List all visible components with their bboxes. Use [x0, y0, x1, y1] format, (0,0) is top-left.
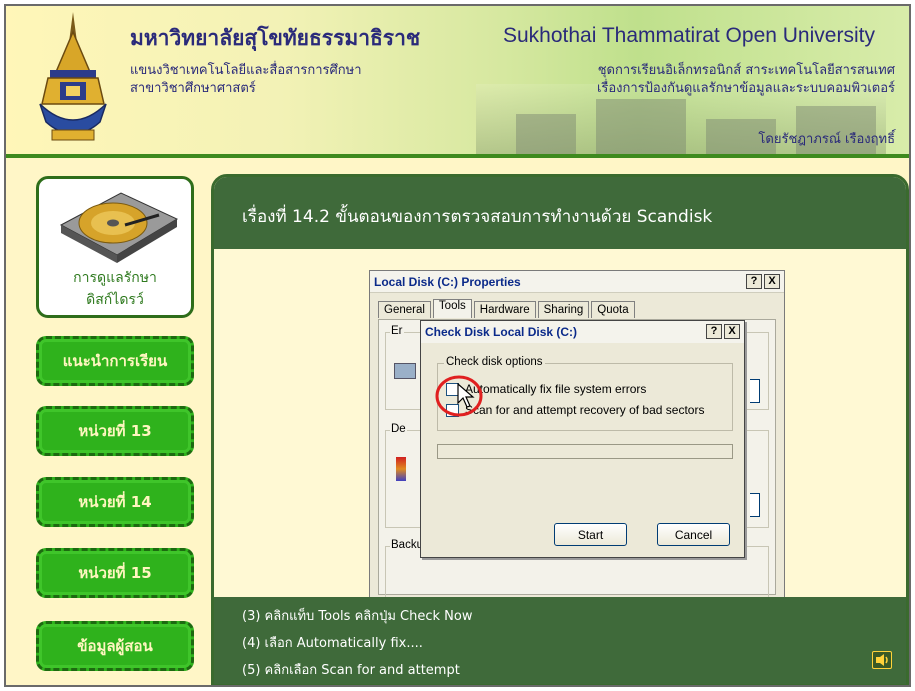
properties-close-button[interactable]: X — [764, 274, 780, 289]
tab-hardware[interactable]: Hardware — [473, 301, 536, 318]
auto-fix-label: Automatically fix file system errors — [465, 382, 647, 396]
nav-intro-button[interactable]: แนะนำการเรียน — [36, 336, 194, 386]
tab-tools[interactable]: Tools — [432, 299, 472, 318]
nav-unit-15-button[interactable]: หน่วยที่ 15 — [36, 548, 194, 598]
series-line-2: เรื่องการป้องกันดูแลรักษาข้อมูลและระบบคอ… — [596, 81, 895, 96]
nav-unit-14-button[interactable]: หน่วยที่ 14 — [36, 477, 194, 527]
speaker-icon[interactable] — [872, 651, 892, 669]
nav-unit-13-button[interactable]: หน่วยที่ 13 — [36, 406, 194, 456]
university-name-en: Sukhothai Thammatirat Open University — [503, 24, 875, 47]
department-line-1: แขนงวิชาเทคโนโลยีและสื่อสารการศึกษา — [130, 63, 362, 78]
nav-instructor-button[interactable]: ข้อมูลผู้สอน — [36, 621, 194, 671]
defrag-now-button-edge[interactable] — [750, 493, 760, 517]
university-name-th: มหาวิทยาลัยสุโขทัยธรรมาธิราช — [130, 25, 421, 50]
tab-general[interactable]: General — [378, 301, 431, 318]
check-disk-dialog: Check Disk Local Disk (C:) ? X Check dis… — [420, 320, 745, 558]
start-button[interactable]: Start — [554, 523, 627, 546]
lesson-title: เรื่องที่ 14.2 ขั้นตอนของการตรวจสอบการทำ… — [214, 177, 906, 249]
defrag-icon — [396, 457, 406, 481]
department-text: แขนงวิชาเทคโนโลยีและสื่อสารการศึกษา สาขา… — [130, 62, 362, 98]
properties-title: Local Disk (C:) Properties — [370, 271, 784, 293]
content-panel: เรื่องที่ 14.2 ขั้นตอนของการตรวจสอบการทำ… — [211, 174, 909, 685]
university-logo — [39, 12, 107, 141]
tab-sharing[interactable]: Sharing — [537, 301, 590, 318]
instruction-step-5: (5) คลิกเลือก Scan for and attempt — [242, 663, 460, 678]
defrag-label: De — [390, 423, 407, 435]
error-checking-label: Er — [390, 325, 404, 337]
topic-card: การดูแลรักษา ดิสก์ไดรว์ — [36, 176, 194, 318]
topic-label-line-2: ดิสก์ไดรว์ — [86, 292, 144, 308]
hard-disk-icon — [59, 192, 179, 263]
scan-sectors-label: Scan for and attempt recovery of bad sec… — [465, 403, 705, 417]
header-banner: มหาวิทยาลัยสุโขทัยธรรมาธิราช แขนงวิชาเทค… — [6, 6, 909, 158]
instruction-step-3: (3) คลิกแท็บ Tools คลิกปุ่ม Check Now — [242, 609, 473, 624]
check-now-button-edge[interactable] — [750, 379, 760, 403]
check-disk-options-label: Check disk options — [444, 356, 545, 368]
scan-sectors-option[interactable]: Scan for and attempt recovery of bad sec… — [446, 403, 704, 417]
check-disk-title: Check Disk Local Disk (C:) — [421, 321, 744, 343]
series-title: ชุดการเรียนอิเล็กทรอนิกส์ สาระเทคโนโลยีส… — [597, 62, 895, 98]
instructions-panel: (3) คลิกแท็บ Tools คลิกปุ่ม Check Now (4… — [214, 597, 906, 684]
topic-label: การดูแลรักษา ดิสก์ไดรว์ — [39, 267, 191, 311]
properties-title-buttons: ? X — [746, 274, 780, 289]
properties-tabs: General Tools Hardware Sharing Quota — [378, 299, 637, 318]
mouse-pointer-icon — [457, 383, 475, 408]
instruction-step-4: (4) เลือก Automatically fix.... — [242, 636, 423, 651]
check-disk-help-button[interactable]: ? — [706, 324, 722, 339]
check-disk-close-button[interactable]: X — [724, 324, 740, 339]
check-disk-title-buttons: ? X — [706, 324, 740, 339]
author-credit: โดยรัชฎาภรณ์ เรืองฤทธิ์ — [758, 132, 895, 147]
cancel-button[interactable]: Cancel — [657, 523, 730, 546]
tab-quota[interactable]: Quota — [591, 301, 635, 318]
check-disk-progress-bar — [437, 444, 733, 459]
department-line-2: สาขาวิชาศึกษาศาสตร์ — [130, 81, 256, 96]
series-line-1: ชุดการเรียนอิเล็กทรอนิกส์ สาระเทคโนโลยีส… — [597, 63, 895, 78]
app-frame: มหาวิทยาลัยสุโขทัยธรรมาธิราช แขนงวิชาเทค… — [4, 4, 911, 687]
properties-help-button[interactable]: ? — [746, 274, 762, 289]
topic-label-line-1: การดูแลรักษา — [73, 270, 157, 286]
error-check-icon — [394, 363, 416, 379]
